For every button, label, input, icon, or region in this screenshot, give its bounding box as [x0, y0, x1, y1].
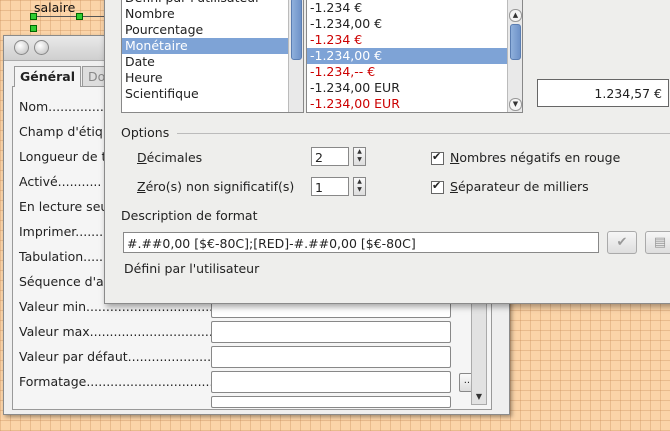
minimize-window-icon[interactable]	[34, 40, 49, 55]
category-scrollbar[interactable]	[288, 0, 303, 112]
scroll-down-icon[interactable]: ▼	[509, 98, 522, 111]
format-item[interactable]: -1.234,00 EUR	[307, 80, 522, 96]
format-list[interactable]: -1.234 € -1.234 €-1.234,00 €-1.234 €-1.2…	[306, 0, 523, 113]
prop-label-max-value: Valeur max..............................…	[19, 324, 221, 339]
format-item[interactable]: -1.234 €	[307, 32, 522, 48]
format-item[interactable]: -1.234,00 €	[307, 48, 522, 64]
prop-label-print: Imprimer.........	[19, 224, 112, 239]
format-item[interactable]: -1.234,00 EUR	[307, 96, 522, 112]
leading-zeros-spinner[interactable]: ▲ ▼	[353, 177, 366, 196]
thousands-separator-checkbox[interactable]	[431, 179, 444, 194]
options-separator	[177, 133, 670, 134]
category-list[interactable]: Défini par l'utilisateurNombrePourcentag…	[121, 0, 304, 113]
add-format-button[interactable]: ✔	[607, 231, 637, 254]
close-window-icon[interactable]	[14, 40, 29, 55]
selection-handle[interactable]	[76, 13, 83, 20]
prop-label-tab-order: Séquence d'a	[19, 274, 104, 289]
format-item[interactable]: -1.234,00 €	[307, 16, 522, 32]
prop-label-text-length: Longueur de t	[19, 149, 107, 164]
format-scroll-thumb[interactable]	[510, 24, 521, 60]
leading-zeros-input[interactable]: 1	[311, 177, 349, 196]
canvas-label-salaire[interactable]: salaire	[34, 0, 75, 15]
category-item[interactable]: Date	[122, 54, 303, 70]
decimals-label: Décimales	[137, 150, 203, 165]
format-preview: 1.234,57 €	[537, 79, 669, 107]
comment-icon: ▤	[653, 235, 667, 250]
check-icon: ✔	[616, 235, 628, 250]
leading-zeros-label: Zéro(s) non significatif(s)	[137, 179, 295, 194]
options-heading: Options	[121, 125, 170, 140]
scroll-up-icon[interactable]: ▲	[509, 9, 522, 22]
selection-handle[interactable]	[30, 25, 37, 32]
prop-label-default-value: Valeur par défaut.......................…	[19, 349, 227, 364]
format-code-label: Description de format	[121, 208, 258, 223]
category-item[interactable]: Monétaire	[122, 38, 303, 54]
prop-label-read-only: En lecture seu	[19, 199, 109, 214]
category-item[interactable]: Nombre	[122, 6, 303, 22]
number-format-dialog: Défini par l'utilisateur NombrePourcentag…	[104, 0, 670, 304]
prop-label-enabled: Activé...........	[19, 174, 102, 189]
format-code-input[interactable]: #.##0,00 [$€-80C];[RED]-#.##0,00 [$€-80C…	[123, 232, 599, 253]
format-comment: Défini par l'utilisateur	[124, 261, 260, 276]
formatting-field[interactable]	[211, 371, 451, 393]
prop-label-formatting: Formatage...............................…	[19, 374, 238, 389]
max-value-field[interactable]	[211, 321, 451, 343]
prop-label-tabstop: Tabulation.......	[19, 249, 111, 264]
next-property-field[interactable]	[211, 396, 451, 408]
negative-red-label: Nombres négatifs en rouge	[450, 150, 621, 165]
format-item[interactable]: -1.234,-- €	[307, 64, 522, 80]
edit-comment-button[interactable]: ▤	[645, 231, 670, 254]
selection-handle[interactable]	[30, 13, 37, 20]
category-item[interactable]: Heure	[122, 70, 303, 86]
thousands-separator-label: Séparateur de milliers	[450, 179, 589, 194]
scroll-down-icon[interactable]: ▼	[472, 390, 486, 404]
format-item[interactable]: -1.234 €	[307, 0, 522, 16]
default-value-field[interactable]	[211, 346, 451, 368]
category-item[interactable]: Pourcentage	[122, 22, 303, 38]
category-item[interactable]: Scientifique	[122, 86, 303, 102]
selection-line	[34, 16, 104, 17]
decimals-spinner[interactable]: ▲ ▼	[353, 147, 366, 166]
negative-red-checkbox[interactable]	[431, 150, 444, 165]
category-scroll-thumb[interactable]	[291, 0, 302, 60]
prop-label-label-field: Champ d'étiq	[19, 124, 103, 139]
format-scrollbar[interactable]: ▲ ▼	[507, 0, 522, 112]
decimals-input[interactable]: 2	[311, 147, 349, 166]
tab-general[interactable]: Général	[14, 66, 81, 87]
